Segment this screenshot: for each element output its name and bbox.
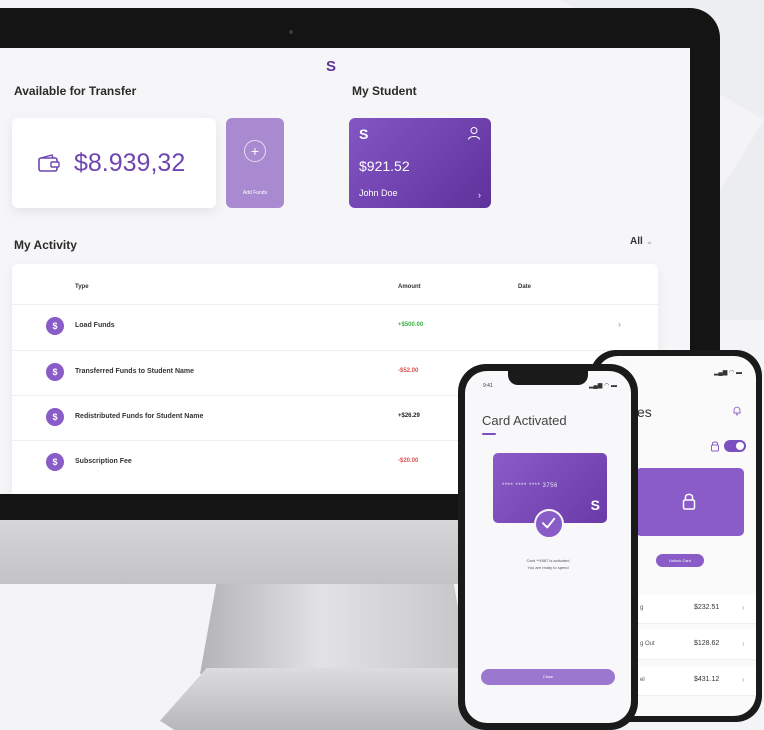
chevron-right-icon: › <box>742 639 745 648</box>
available-transfer-title: Available for Transfer <box>14 84 137 98</box>
screen-title: Card Activated <box>482 413 567 428</box>
checkmark-icon <box>534 509 564 539</box>
monitor-camera <box>289 30 293 34</box>
activity-filter-dropdown[interactable]: All ⌄ <box>630 236 653 247</box>
list-item[interactable]: g Out $128.62 › <box>636 630 756 660</box>
dollar-icon: $ <box>46 317 64 335</box>
list-item[interactable]: g $232.51 › <box>636 594 756 624</box>
unlock-card-button[interactable]: Unlock Card <box>656 554 704 567</box>
list-item-amount: $232.51 <box>694 604 720 611</box>
chevron-right-icon[interactable]: › <box>618 319 621 329</box>
row-type: Transferred Funds to Student Name <box>75 368 195 375</box>
my-activity-title: My Activity <box>14 238 77 252</box>
lock-icon <box>711 441 719 452</box>
available-balance: $8.939,32 <box>74 148 186 177</box>
row-amount: -$52.00 <box>398 368 419 374</box>
add-funds-label: Add Funds <box>242 190 268 196</box>
chevron-down-icon: ⌄ <box>645 236 654 246</box>
balance-card: $8.939,32 <box>12 118 216 208</box>
column-header-date: Date <box>518 284 532 290</box>
table-row[interactable]: $ Load Funds +$500.00 › <box>12 304 658 348</box>
row-type: Redistributed Funds for Student Name <box>75 413 204 420</box>
dollar-icon: $ <box>46 408 64 426</box>
activation-message-line: You are ready to spend <box>527 565 569 570</box>
status-time: 9:41 <box>483 383 493 389</box>
phone-notch <box>508 371 588 385</box>
app-logo[interactable]: S <box>326 58 336 75</box>
student-name: John Doe <box>359 188 398 198</box>
my-student-title: My Student <box>352 84 417 98</box>
add-funds-button[interactable]: + Add Funds <box>226 118 284 208</box>
row-type: Subscription Fee <box>75 458 132 465</box>
status-bar-icons: ▂▄▆ ◠ ▬ <box>713 370 742 376</box>
activation-message: Card **4587 is activated You are ready t… <box>465 557 631 571</box>
column-header-type: Type <box>75 284 89 290</box>
phone-front-screen: 9:41 ▂▄▆ ◠ ▬ Card Activated **** **** **… <box>465 371 631 723</box>
status-bar-icons: ▂▄▆ ◠ ▬ <box>588 383 617 389</box>
chevron-right-icon: › <box>742 675 745 684</box>
list-item-label: el <box>640 677 645 683</box>
card-number: **** **** **** 3756 <box>502 483 558 489</box>
user-icon <box>468 127 480 140</box>
row-amount: -$20.00 <box>398 458 419 464</box>
list-item-label: g Out <box>640 641 655 647</box>
phone-front: 9:41 ▂▄▆ ◠ ▬ Card Activated **** **** **… <box>458 364 638 730</box>
monitor-stand <box>200 584 470 674</box>
plus-icon: + <box>244 140 266 162</box>
row-type: Load Funds <box>75 322 115 329</box>
chevron-right-icon: › <box>742 603 745 612</box>
dollar-icon: $ <box>46 363 64 381</box>
locked-card <box>636 468 744 536</box>
chevron-right-icon: › <box>478 190 481 200</box>
column-header-amount: Amount <box>398 284 421 290</box>
dollar-icon: $ <box>46 453 64 471</box>
list-item[interactable]: el $431.12 › <box>636 666 756 696</box>
card-logo: S <box>359 126 369 142</box>
student-card[interactable]: S $921.52 John Doe › <box>349 118 491 208</box>
row-amount: +$500.00 <box>398 322 424 328</box>
close-button[interactable]: Close <box>481 669 615 685</box>
list-item-amount: $431.12 <box>694 676 720 683</box>
lock-icon <box>682 493 696 510</box>
row-amount: +$26.29 <box>398 413 420 419</box>
activation-message-line: Card **4587 is activated <box>526 558 570 563</box>
list-item-label: g <box>640 605 644 611</box>
lock-toggle[interactable] <box>724 440 746 452</box>
title-underline <box>482 433 496 435</box>
wallet-icon <box>38 154 60 172</box>
card-logo: S <box>590 497 600 513</box>
student-balance: $921.52 <box>359 158 410 174</box>
list-item-amount: $128.62 <box>694 640 720 647</box>
bell-icon[interactable] <box>732 406 742 416</box>
filter-value: All <box>630 236 643 247</box>
